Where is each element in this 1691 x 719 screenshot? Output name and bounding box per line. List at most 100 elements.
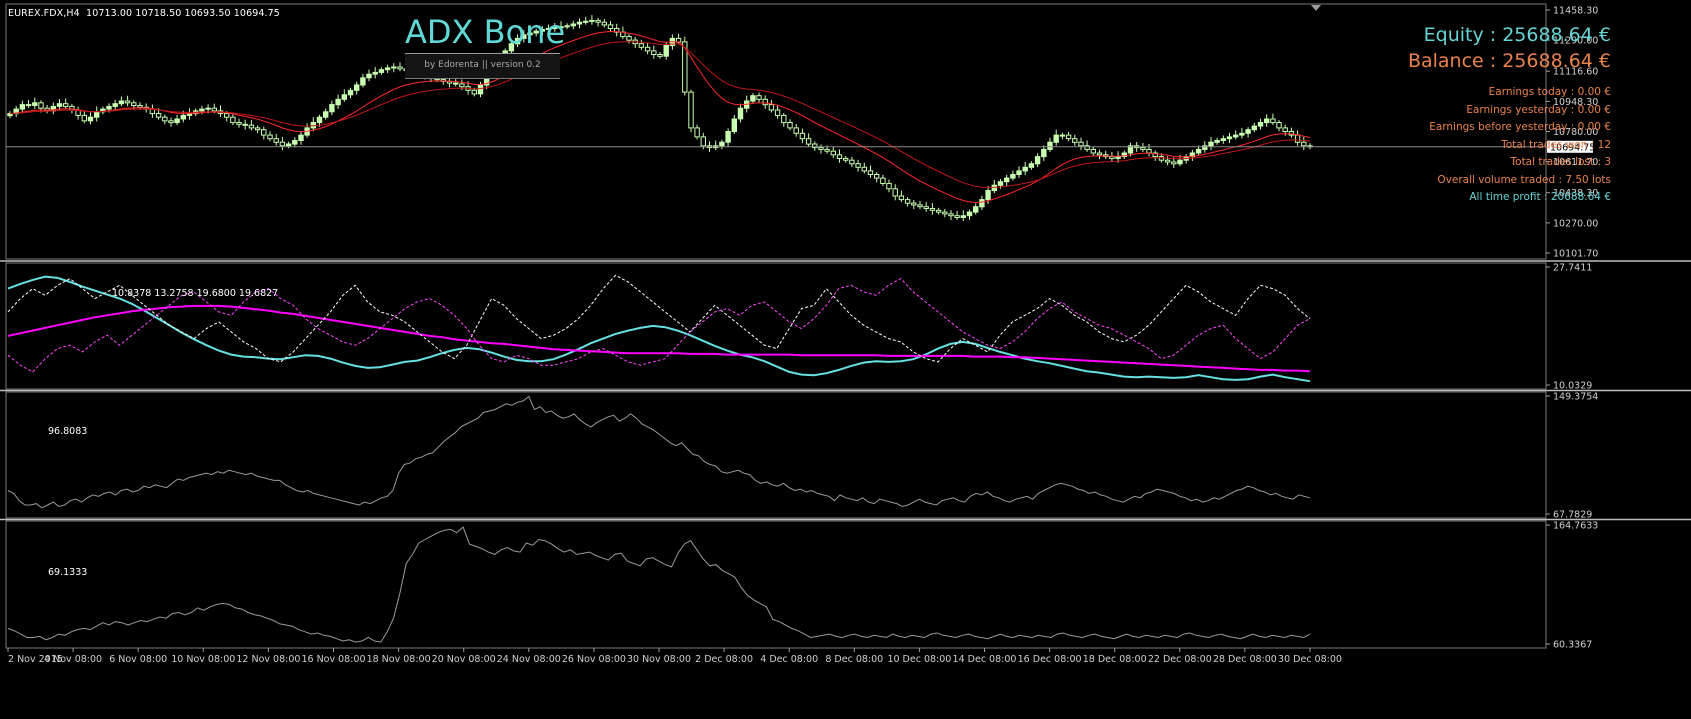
- candle-body: [719, 141, 725, 147]
- candle-body: [886, 182, 892, 190]
- candle-body: [843, 157, 849, 161]
- time-tick-label: 28 Dec 08:00: [1213, 654, 1277, 665]
- candle-body: [948, 213, 954, 217]
- indicator-brand-panel: ADX Bone by Edorenta || version 0.2: [405, 12, 575, 79]
- candle-body: [644, 46, 651, 52]
- all-time-profit: All time profit : 20688.64 €: [1469, 191, 1611, 203]
- earnings-today: Earnings today : 0.00 €: [1488, 86, 1611, 98]
- candle-body: [1010, 174, 1016, 179]
- candle-body: [607, 24, 614, 29]
- candle-body: [855, 163, 861, 168]
- candle-body: [397, 66, 403, 70]
- candle-body: [199, 108, 205, 112]
- candle-body: [1276, 122, 1282, 129]
- time-tick-label: 16 Nov 08:00: [301, 654, 365, 665]
- time-tick-label: 10 Nov 08:00: [171, 654, 235, 665]
- candle-body: [354, 84, 360, 91]
- candle-body: [242, 123, 248, 126]
- candle-body: [756, 95, 762, 100]
- candle-body: [112, 103, 118, 107]
- candle-body: [793, 127, 799, 134]
- candle-body: [205, 107, 211, 110]
- price-tick-label: 11458.30: [1553, 6, 1598, 17]
- price-tick-label: 149.3754: [1553, 392, 1598, 403]
- candle-body: [880, 177, 886, 185]
- candle-body: [861, 166, 867, 172]
- candle-body: [131, 102, 137, 107]
- time-tick-label: 24 Nov 08:00: [497, 654, 561, 665]
- candle-body: [1245, 129, 1251, 134]
- candle-body: [781, 114, 787, 124]
- candle-body: [818, 147, 824, 150]
- time-tick-label: 10 Dec 08:00: [887, 654, 951, 665]
- candle-body: [997, 181, 1004, 186]
- chart-dropdown-arrow-icon[interactable]: [1311, 5, 1321, 11]
- candle-body: [1115, 156, 1121, 159]
- candle-body: [1096, 152, 1103, 156]
- earnings-yesterday: Earnings yesterday : 0.00 €: [1466, 103, 1611, 116]
- candle-body: [19, 104, 26, 110]
- candle-body: [1041, 148, 1047, 158]
- candle-body: [1059, 134, 1066, 137]
- candle-body: [174, 118, 180, 124]
- candle-body: [391, 66, 397, 69]
- candle-body: [911, 202, 917, 206]
- time-tick-label: 4 Dec 08:00: [760, 654, 818, 665]
- candle-body: [849, 159, 855, 165]
- candle-body: [453, 82, 459, 85]
- candle-body: [1257, 122, 1264, 127]
- candle-body: [124, 100, 131, 104]
- candle-body: [960, 215, 966, 218]
- candle-body: [347, 89, 354, 96]
- candle-body: [1233, 134, 1239, 138]
- price-tick-label: 10101.70: [1553, 249, 1598, 260]
- candle-body: [366, 73, 372, 79]
- candle-body: [1214, 140, 1220, 143]
- candle-body: [1239, 132, 1245, 136]
- candle-body: [1251, 125, 1257, 131]
- candle-body: [1016, 170, 1022, 175]
- candle-body: [1270, 118, 1276, 124]
- subwindow-3-readout: 69.1333: [48, 567, 88, 578]
- candle-body: [1034, 156, 1041, 165]
- candle-body: [1208, 141, 1214, 147]
- candle-body: [1264, 118, 1270, 124]
- price-tick-label: 10.0329: [1553, 381, 1592, 392]
- candle-body: [589, 19, 595, 22]
- chart-symbol-header: EUREX.FDX,H4 10713.00 10718.50 10693.50 …: [8, 8, 280, 19]
- candle-body: [657, 54, 663, 57]
- candle-body: [1053, 134, 1059, 143]
- candle-body: [830, 150, 836, 156]
- candle-body: [137, 105, 143, 108]
- candle-body: [904, 199, 911, 204]
- time-tick-label: 20 Nov 08:00: [432, 654, 496, 665]
- candle-body: [774, 109, 781, 116]
- price-tick-label: 60.3367: [1553, 640, 1592, 651]
- candle-body: [155, 113, 162, 118]
- candle-body: [787, 122, 793, 129]
- candle-body: [168, 120, 174, 124]
- time-tick-label: 16 Dec 08:00: [1018, 654, 1082, 665]
- time-tick-label: 18 Nov 08:00: [367, 654, 431, 665]
- price-tick-label: 67.7829: [1553, 510, 1592, 521]
- candle-body: [1022, 166, 1028, 172]
- candle-body: [694, 127, 700, 138]
- candle-body: [316, 116, 323, 124]
- candle-body: [917, 204, 923, 208]
- price-tick-label: 164.7633: [1553, 521, 1598, 532]
- candle-body: [279, 141, 286, 147]
- candle-body: [94, 111, 100, 118]
- candle-body: [1047, 141, 1053, 150]
- candle-body: [1171, 161, 1177, 165]
- candle-body: [38, 102, 44, 109]
- candle-body: [824, 148, 830, 152]
- candle-body: [874, 174, 880, 179]
- ohlc-readout: 10713.00 10718.50 10693.50 10694.75: [86, 8, 280, 19]
- time-tick-label: 26 Nov 08:00: [562, 654, 626, 665]
- candle-body: [991, 184, 997, 192]
- candle-body: [25, 104, 32, 107]
- candle-body: [576, 21, 583, 25]
- indicator-title: ADX Bone: [405, 13, 566, 51]
- candle-body: [335, 98, 341, 106]
- candle-body: [799, 132, 806, 140]
